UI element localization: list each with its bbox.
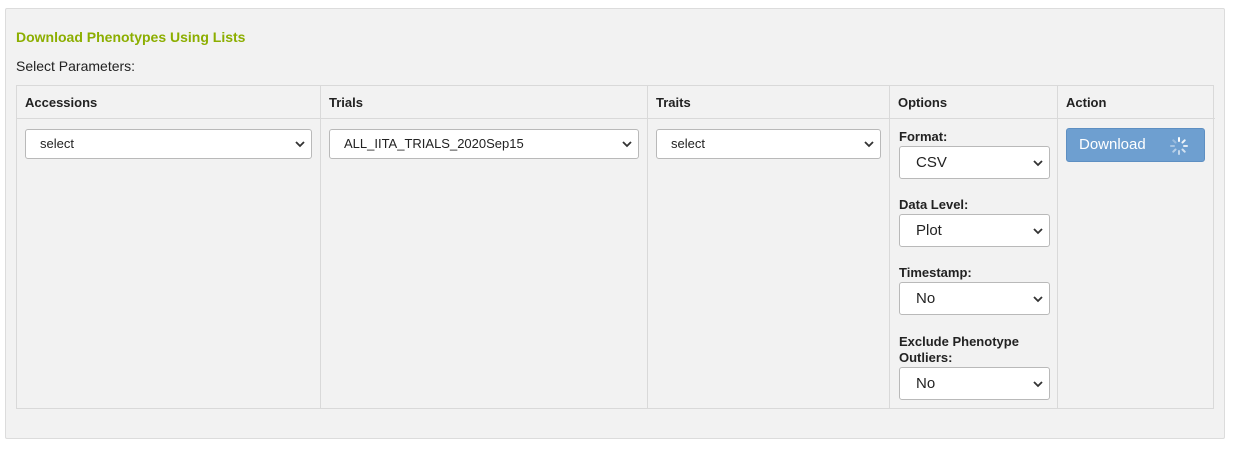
timestamp-label: Timestamp: — [899, 265, 972, 280]
panel-title: Download Phenotypes Using Lists — [16, 29, 246, 45]
accessions-column: Accessions select — [17, 86, 321, 408]
data-level-select[interactable]: Plot — [899, 214, 1050, 247]
exclude-outliers-select[interactable]: No — [899, 367, 1050, 400]
download-phenotypes-panel: Download Phenotypes Using Lists Select P… — [5, 8, 1225, 439]
options-header: Options — [890, 86, 1057, 119]
download-button[interactable]: Download — [1066, 128, 1205, 162]
accessions-select-value: select — [40, 136, 74, 151]
accessions-header: Accessions — [17, 86, 320, 119]
loading-spinner-icon — [1170, 137, 1188, 155]
trials-select-value: ALL_IITA_TRIALS_2020Sep15 — [344, 136, 524, 151]
action-header: Action — [1058, 86, 1215, 119]
traits-select-value: select — [671, 136, 705, 151]
timestamp-select-value: No — [916, 290, 936, 307]
data-level-label: Data Level: — [899, 197, 969, 212]
traits-header: Traits — [648, 86, 889, 119]
chevron-down-icon — [864, 141, 874, 148]
exclude-outliers-select-value: No — [916, 375, 936, 392]
accessions-select[interactable]: select — [25, 129, 312, 159]
options-column: Options Format: CSV Data Level: Plot Tim… — [890, 86, 1058, 408]
traits-select[interactable]: select — [656, 129, 881, 159]
chevron-down-icon — [1033, 381, 1043, 388]
exclude-outliers-label-line1: Exclude Phenotype — [899, 334, 1019, 349]
parameters-table: Accessions select Trials ALL_IITA_TRIALS… — [16, 85, 1215, 409]
exclude-outliers-label: Exclude Phenotype Outliers: — [899, 334, 1019, 366]
exclude-outliers-label-line2: Outliers: — [899, 350, 953, 365]
chevron-down-icon — [295, 141, 305, 148]
panel-subtitle: Select Parameters: — [16, 58, 136, 74]
format-select-value: CSV — [916, 154, 947, 171]
trials-header: Trials — [321, 86, 647, 119]
data-level-select-value: Plot — [916, 222, 942, 239]
trials-select[interactable]: ALL_IITA_TRIALS_2020Sep15 — [329, 129, 639, 159]
download-button-label: Download — [1079, 136, 1146, 153]
chevron-down-icon — [1033, 228, 1043, 235]
traits-column: Traits select — [648, 86, 890, 408]
chevron-down-icon — [1033, 160, 1043, 167]
action-column: Action Download — [1058, 86, 1215, 408]
chevron-down-icon — [1033, 296, 1043, 303]
timestamp-select[interactable]: No — [899, 282, 1050, 315]
trials-column: Trials ALL_IITA_TRIALS_2020Sep15 — [321, 86, 648, 408]
chevron-down-icon — [622, 141, 632, 148]
format-label: Format: — [899, 129, 948, 144]
format-select[interactable]: CSV — [899, 146, 1050, 179]
